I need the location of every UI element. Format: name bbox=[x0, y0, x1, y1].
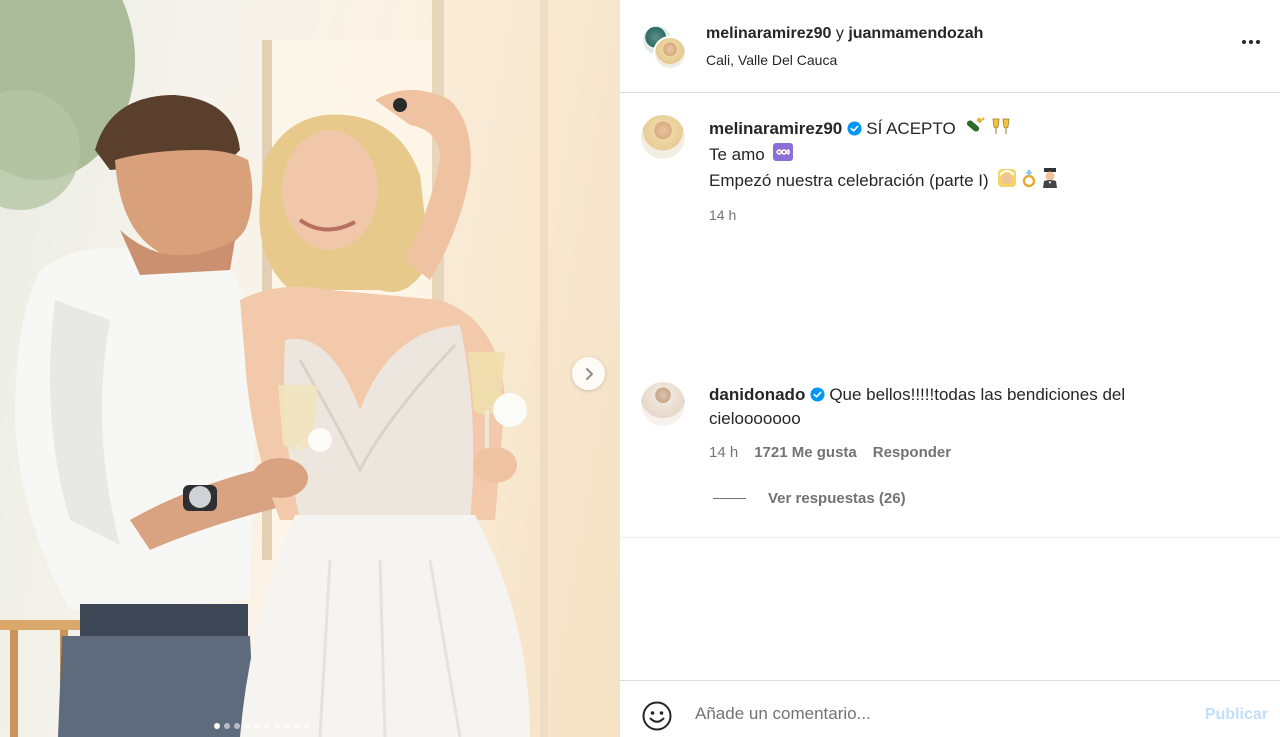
bride-emoji-icon bbox=[998, 169, 1017, 187]
champagne-emoji-icon bbox=[967, 117, 985, 132]
verified-badge-icon bbox=[847, 121, 862, 136]
ring-emoji-icon bbox=[1023, 169, 1036, 188]
comment-reply-button[interactable]: Responder bbox=[873, 441, 951, 465]
carousel-indicator bbox=[214, 723, 310, 729]
caption-timestamp[interactable]: 14 h bbox=[709, 203, 1060, 227]
collab-avatars[interactable] bbox=[641, 24, 687, 70]
toasting-glasses-emoji-icon bbox=[992, 118, 1010, 134]
carousel-dot bbox=[274, 723, 280, 729]
carousel-dot bbox=[244, 723, 250, 729]
post-location[interactable]: Cali, Valle Del Cauca bbox=[706, 52, 837, 68]
carousel-next-button[interactable] bbox=[572, 357, 605, 390]
comment-input[interactable] bbox=[695, 704, 1175, 724]
caption-line-2: Te amo bbox=[709, 145, 765, 164]
comment-like-count[interactable]: 1721 Me gusta bbox=[754, 441, 857, 465]
author-username[interactable]: juanmamendozah bbox=[848, 25, 983, 42]
author-username[interactable]: melinaramirez90 bbox=[706, 25, 831, 42]
carousel-dot bbox=[304, 723, 310, 729]
view-replies-button[interactable]: Ver respuestas (26) bbox=[713, 490, 906, 507]
view-replies-label: Ver respuestas (26) bbox=[768, 490, 906, 507]
authors-conjunction: y bbox=[835, 25, 844, 42]
wedding-photo bbox=[0, 0, 620, 737]
post-header: melinaramirez90 y juanmamendozah Cali, V… bbox=[620, 0, 1280, 93]
comment-composer: Publicar bbox=[620, 680, 1280, 737]
more-icon bbox=[1242, 40, 1246, 44]
post-photo[interactable] bbox=[0, 0, 620, 737]
avatar[interactable] bbox=[641, 115, 685, 159]
carousel-dot bbox=[254, 723, 260, 729]
carousel-dot bbox=[264, 723, 270, 729]
replies-divider bbox=[713, 498, 746, 499]
post-authors: melinaramirez90 y juanmamendozah bbox=[706, 25, 983, 43]
post-side-panel: melinaramirez90 y juanmamendozah Cali, V… bbox=[620, 0, 1280, 737]
caption-line-3: Empezó nuestra celebración (parte I) bbox=[709, 171, 989, 190]
divider bbox=[620, 537, 1280, 538]
carousel-dot bbox=[224, 723, 230, 729]
carousel-dot bbox=[284, 723, 290, 729]
avatar[interactable] bbox=[653, 36, 687, 70]
caption-line-1: SÍ ACEPTO bbox=[866, 119, 956, 138]
carousel-dot bbox=[214, 723, 220, 729]
groom-emoji-icon bbox=[1043, 168, 1058, 188]
avatar[interactable] bbox=[641, 382, 685, 426]
carousel-dot bbox=[294, 723, 300, 729]
chevron-right-icon bbox=[585, 367, 593, 380]
infinity-emoji-icon bbox=[773, 143, 794, 161]
publish-button[interactable]: Publicar bbox=[1205, 706, 1268, 724]
verified-badge-icon bbox=[810, 387, 825, 402]
more-options-button[interactable] bbox=[1240, 34, 1262, 50]
comment-username[interactable]: danidonado bbox=[709, 385, 805, 404]
comment-timestamp[interactable]: 14 h bbox=[709, 441, 738, 465]
emoji-picker-icon[interactable] bbox=[641, 700, 673, 732]
caption-username[interactable]: melinaramirez90 bbox=[709, 119, 842, 138]
carousel-dot bbox=[234, 723, 240, 729]
